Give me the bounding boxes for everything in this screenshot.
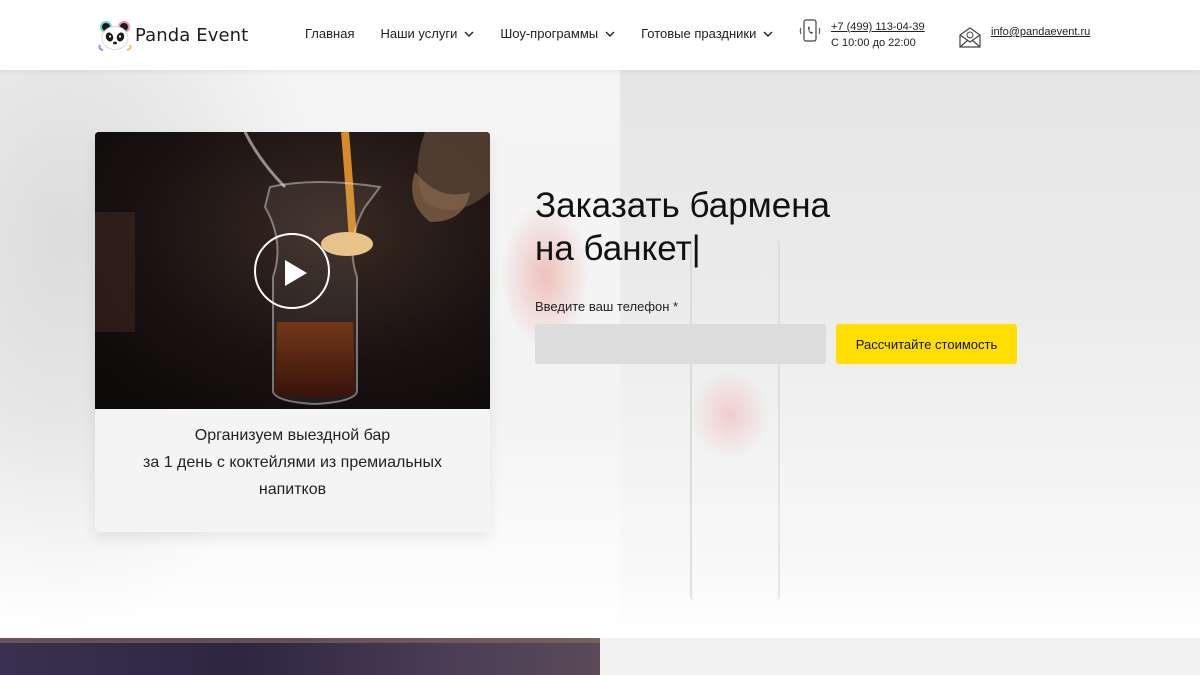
mail-icon [958,26,982,50]
nav-item-home[interactable]: Главная [305,26,354,41]
working-hours: С 10:00 до 22:00 [831,37,916,49]
play-icon [285,260,307,286]
next-section-image [0,638,600,675]
nav-item-label: Наши услуги [380,26,458,41]
phone-icon [798,19,822,43]
phone-link[interactable]: +7 (499) 113-04-39 [831,21,925,33]
video-card: Организуем выездной бар за 1 день с кокт… [95,132,490,532]
image-edge [0,638,600,643]
video-caption-line: за 1 день с коктейлями из премиальных [143,454,442,471]
chevron-down-icon [763,31,773,37]
main-nav: Главная Наши услуги Шоу-программы Готовы… [305,26,799,41]
video-caption: Организуем выездной бар за 1 день с кокт… [95,422,490,503]
contact-email: info@pandaevent.ru [958,26,1090,50]
phone-input[interactable] [535,324,826,364]
nav-item-label: Главная [305,26,355,41]
title-line: на банкет [535,229,692,268]
logo[interactable]: Panda Event [97,19,248,51]
contact-phone: +7 (499) 113-04-39 С 10:00 до 22:00 [798,19,925,51]
panda-logo-icon [97,19,133,51]
site-header: Panda Event Главная Наши услуги Шоу-прог… [0,0,1200,70]
chevron-down-icon [464,31,474,37]
page-title: Заказать бармена на банкет| [535,184,830,270]
nav-item-services[interactable]: Наши услуги [380,26,474,41]
logo-text: Panda Event [135,24,249,46]
chevron-down-icon [605,31,615,37]
video-thumbnail[interactable] [95,132,490,409]
typing-cursor: | [691,229,701,268]
nav-item-shows[interactable]: Шоу-программы [500,26,615,41]
next-section-panel [600,638,1200,675]
phone-label: Введите ваш телефон * [535,299,679,314]
calculate-cost-button[interactable]: Рассчитайте стоимость [836,324,1017,364]
title-line: Заказать бармена [535,186,830,225]
nav-item-label: Шоу-программы [500,26,599,41]
play-button[interactable] [254,233,330,309]
nav-item-label: Готовые праздники [641,26,757,41]
hero-glass-decor [690,240,780,600]
nav-item-holidays[interactable]: Готовые праздники [641,26,773,41]
video-caption-line: Организуем выездной бар [194,427,391,444]
hero-section: Организуем выездной бар за 1 день с кокт… [0,70,1200,638]
email-link[interactable]: info@pandaevent.ru [991,26,1090,38]
video-caption-line: напитков [258,481,327,498]
